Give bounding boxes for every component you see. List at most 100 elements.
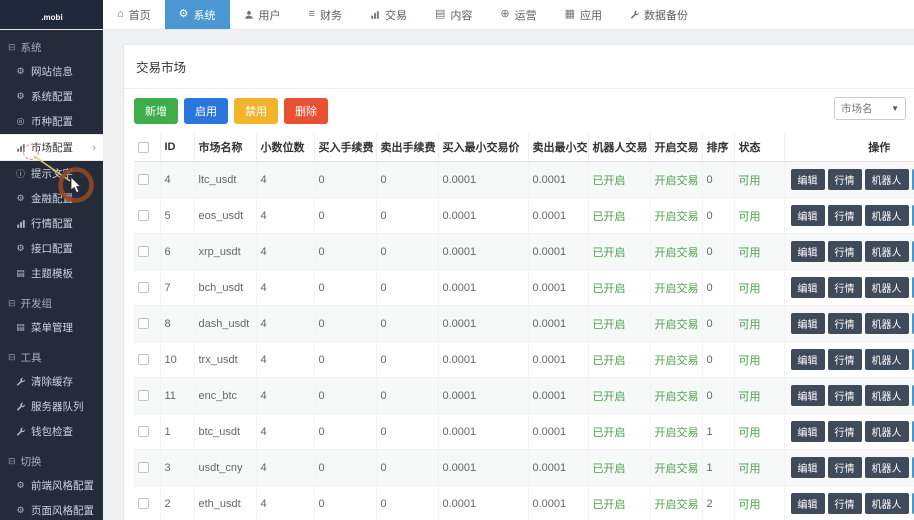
disable-button[interactable]: 禁用 [234, 98, 278, 124]
robot-button[interactable]: 机器人 [865, 205, 909, 226]
quote-button[interactable]: 行情 [828, 241, 862, 262]
quote-button[interactable]: 行情 [828, 457, 862, 478]
topnav-item[interactable]: ⚙ 系统 [165, 0, 230, 29]
robot-button[interactable]: 机器人 [865, 241, 909, 262]
quote-button[interactable]: 行情 [828, 493, 862, 514]
robot-button[interactable]: 机器人 [865, 277, 909, 298]
robot-button[interactable]: 机器人 [865, 349, 909, 370]
cell-actions: 编辑 行情 机器人 自动刷单 [784, 234, 914, 270]
robot-button[interactable]: 机器人 [865, 313, 909, 334]
row-checkbox[interactable] [138, 390, 149, 401]
topnav-item[interactable]: ≡ 财务 [295, 0, 356, 29]
row-checkbox[interactable] [138, 354, 149, 365]
robot-button[interactable]: 机器人 [865, 493, 909, 514]
edit-button[interactable]: 编辑 [791, 313, 825, 334]
sidebar-item[interactable]: ⚙ 接口配置 [0, 236, 103, 261]
sidebar-item[interactable]: ◎ 币种配置 [0, 109, 103, 134]
edit-button[interactable]: 编辑 [791, 457, 825, 478]
edit-button[interactable]: 编辑 [791, 277, 825, 298]
quote-button[interactable]: 行情 [828, 385, 862, 406]
edit-button[interactable]: 编辑 [791, 169, 825, 190]
edit-button[interactable]: 编辑 [791, 421, 825, 442]
edit-button[interactable]: 编辑 [791, 493, 825, 514]
quote-button[interactable]: 行情 [828, 313, 862, 334]
app-logo[interactable]: 1993 .mobi [0, 0, 103, 29]
sidebar-section-header[interactable]: ⊟ 切换 [0, 444, 103, 473]
sidebar-item-label: 页面风格配置 [31, 503, 94, 518]
row-checkbox[interactable] [138, 246, 149, 257]
edit-button[interactable]: 编辑 [791, 349, 825, 370]
quote-button[interactable]: 行情 [828, 205, 862, 226]
market-name-select[interactable]: 市场名 ▼ [834, 97, 906, 120]
topnav-item[interactable]: ⊕ 运营 [486, 0, 550, 29]
quote-button[interactable]: 行情 [828, 349, 862, 370]
sidebar-item[interactable]: ▤ 菜单管理 [0, 315, 103, 340]
collapse-icon: ⊟ [8, 456, 16, 467]
add-button[interactable]: 新增 [134, 98, 178, 124]
sidebar-item-label: 菜单管理 [31, 320, 73, 335]
topnav-item[interactable]: 数据备份 [616, 0, 702, 29]
gear-icon: ⚙ [15, 91, 26, 102]
sidebar-item[interactable]: ⚙ 金融配置 [0, 186, 103, 211]
topnav-item[interactable]: 交易 [356, 0, 421, 29]
cell-actions: 编辑 行情 机器人 自动刷单 [784, 162, 914, 198]
row-checkbox[interactable] [138, 174, 149, 185]
sidebar-item[interactable]: ⓘ 提示文字 [0, 161, 103, 186]
topnav-item[interactable]: 用户 [230, 0, 295, 29]
edit-button[interactable]: 编辑 [791, 241, 825, 262]
row-checkbox[interactable] [138, 462, 149, 473]
sidebar-item-label: 主题模板 [31, 266, 73, 281]
row-checkbox-cell [134, 270, 160, 306]
cell-decimals: 4 [256, 198, 314, 234]
sidebar-item[interactable]: ▤ 主题模板 [0, 261, 103, 286]
cell-buy-fee: 0 [314, 198, 376, 234]
select-all-checkbox[interactable] [138, 142, 149, 153]
robot-button[interactable]: 机器人 [865, 169, 909, 190]
cell-sell-fee: 0 [376, 342, 438, 378]
cell-open-trading: 开启交易 [650, 306, 702, 342]
table-row: 2 eth_usdt 4 0 0 0.0001 0.0001 已开启 开启交易 … [134, 486, 914, 520]
enable-button[interactable]: 启用 [184, 98, 228, 124]
cell-decimals: 4 [256, 450, 314, 486]
cell-market-name: bch_usdt [194, 270, 256, 306]
row-checkbox[interactable] [138, 426, 149, 437]
wrench-icon [15, 402, 26, 411]
row-checkbox[interactable] [138, 318, 149, 329]
robot-button[interactable]: 机器人 [865, 457, 909, 478]
row-checkbox[interactable] [138, 498, 149, 509]
sidebar-item[interactable]: 行情配置 [0, 211, 103, 236]
robot-button[interactable]: 机器人 [865, 421, 909, 442]
sidebar-item-label: 系统配置 [31, 89, 73, 104]
topnav-item[interactable]: ▦ 应用 [551, 0, 616, 29]
sidebar-item[interactable]: ⚙ 页面风格配置 [0, 498, 103, 520]
column-header: 卖出手续费 [376, 133, 438, 162]
quote-button[interactable]: 行情 [828, 277, 862, 298]
sidebar-item[interactable]: ⚙ 前端风格配置 [0, 473, 103, 498]
sidebar-item[interactable]: 清除缓存 [0, 369, 103, 394]
sidebar-section-header[interactable]: ⊟ 开发组 [0, 286, 103, 315]
sidebar-item[interactable]: 市场配置 [0, 134, 103, 161]
robot-button[interactable]: 机器人 [865, 385, 909, 406]
sidebar-section-header[interactable]: ⊟ 工具 [0, 340, 103, 369]
edit-button[interactable]: 编辑 [791, 205, 825, 226]
sidebar-item[interactable]: 钱包检查 [0, 419, 103, 444]
topnav-item[interactable]: ▤ 内容 [421, 0, 486, 29]
cell-sort: 0 [702, 162, 734, 198]
sidebar-item[interactable]: ⚙ 网站信息 [0, 59, 103, 84]
row-checkbox-cell [134, 378, 160, 414]
cell-buy-min-price: 0.0001 [438, 378, 528, 414]
delete-button[interactable]: 删除 [284, 98, 328, 124]
sidebar-section-header[interactable]: ⊟ 系统 [0, 30, 103, 59]
row-checkbox[interactable] [138, 210, 149, 221]
cell-sell-min-price: 0.0001 [528, 162, 588, 198]
cell-decimals: 4 [256, 234, 314, 270]
quote-button[interactable]: 行情 [828, 169, 862, 190]
sidebar-item[interactable]: ⚙ 系统配置 [0, 84, 103, 109]
edit-button[interactable]: 编辑 [791, 385, 825, 406]
sidebar-item[interactable]: 服务器队列 [0, 394, 103, 419]
topnav-item[interactable]: ⌂ 首页 [103, 0, 165, 29]
row-checkbox[interactable] [138, 282, 149, 293]
quote-button[interactable]: 行情 [828, 421, 862, 442]
column-header: 开启交易 [650, 133, 702, 162]
row-checkbox-cell [134, 162, 160, 198]
